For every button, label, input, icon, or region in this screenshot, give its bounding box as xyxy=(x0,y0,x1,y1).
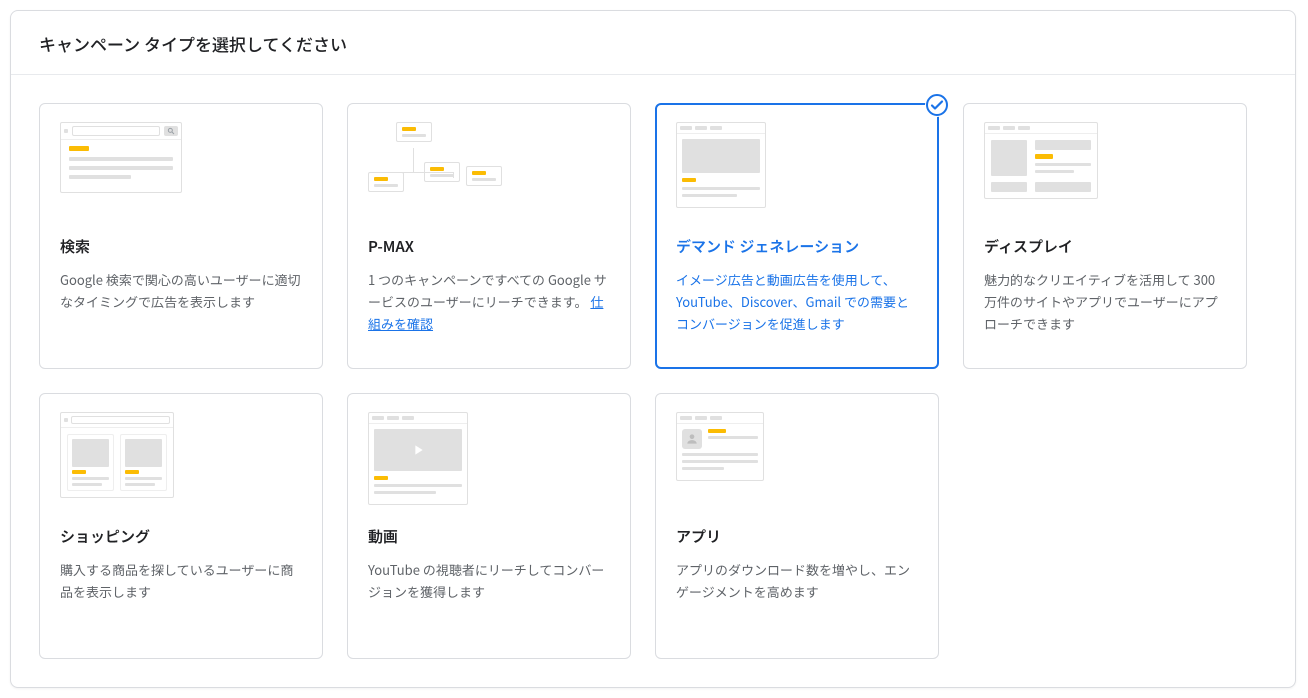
campaign-card-video[interactable]: 動画 YouTube の視聴者にリーチしてコンバージョンを獲得します xyxy=(347,393,631,659)
play-icon xyxy=(410,442,426,458)
card-title: アプリ xyxy=(676,526,918,547)
campaign-card-shopping[interactable]: ショッピング 購入する商品を探しているユーザーに商品を表示します xyxy=(39,393,323,659)
shopping-illustration xyxy=(60,412,302,508)
card-title: 動画 xyxy=(368,526,610,547)
card-description: イメージ広告と動画広告を使用して、YouTube、Discover、Gmail … xyxy=(676,269,918,335)
card-title: ディスプレイ xyxy=(984,236,1226,257)
card-title: ショッピング xyxy=(60,526,302,547)
search-illustration xyxy=(60,122,302,218)
demand-gen-illustration xyxy=(676,122,918,218)
campaign-card-search[interactable]: 検索 Google 検索で関心の高いユーザーに適切なタイミングで広告を表示します xyxy=(39,103,323,369)
panel-header: キャンペーン タイプを選択してください xyxy=(11,11,1295,75)
card-desc-text: 1 つのキャンペーンですべての Google サービスのユーザーにリーチできます… xyxy=(368,270,607,311)
campaign-type-grid: 検索 Google 検索で関心の高いユーザーに適切なタイミングで広告を表示します xyxy=(11,75,1295,687)
card-title: 検索 xyxy=(60,236,302,257)
pmax-illustration xyxy=(368,122,610,218)
campaign-type-panel: キャンペーン タイプを選択してください xyxy=(10,10,1296,688)
panel-title: キャンペーン タイプを選択してください xyxy=(39,31,1267,56)
app-illustration xyxy=(676,412,918,508)
campaign-card-pmax[interactable]: P-MAX 1 つのキャンペーンですべての Google サービスのユーザーにリ… xyxy=(347,103,631,369)
card-description: 魅力的なクリエイティブを活用して 300 万件のサイトやアプリでユーザーにアプロ… xyxy=(984,269,1226,335)
selected-check-icon xyxy=(925,93,949,117)
card-description: YouTube の視聴者にリーチしてコンバージョンを獲得します xyxy=(368,559,610,603)
campaign-card-demand-gen[interactable]: デマンド ジェネレーション イメージ広告と動画広告を使用して、YouTube、D… xyxy=(655,103,939,369)
card-description: 購入する商品を探しているユーザーに商品を表示します xyxy=(60,559,302,603)
campaign-card-display[interactable]: ディスプレイ 魅力的なクリエイティブを活用して 300 万件のサイトやアプリでユ… xyxy=(963,103,1247,369)
display-illustration xyxy=(984,122,1226,218)
card-description: アプリのダウンロード数を増やし、エンゲージメントを高めます xyxy=(676,559,918,603)
video-illustration xyxy=(368,412,610,508)
card-title: P-MAX xyxy=(368,236,610,257)
card-description: Google 検索で関心の高いユーザーに適切なタイミングで広告を表示します xyxy=(60,269,302,313)
card-description: 1 つのキャンペーンですべての Google サービスのユーザーにリーチできます… xyxy=(368,269,610,335)
card-title: デマンド ジェネレーション xyxy=(676,236,918,257)
campaign-card-app[interactable]: アプリ アプリのダウンロード数を増やし、エンゲージメントを高めます xyxy=(655,393,939,659)
person-icon xyxy=(682,429,702,449)
